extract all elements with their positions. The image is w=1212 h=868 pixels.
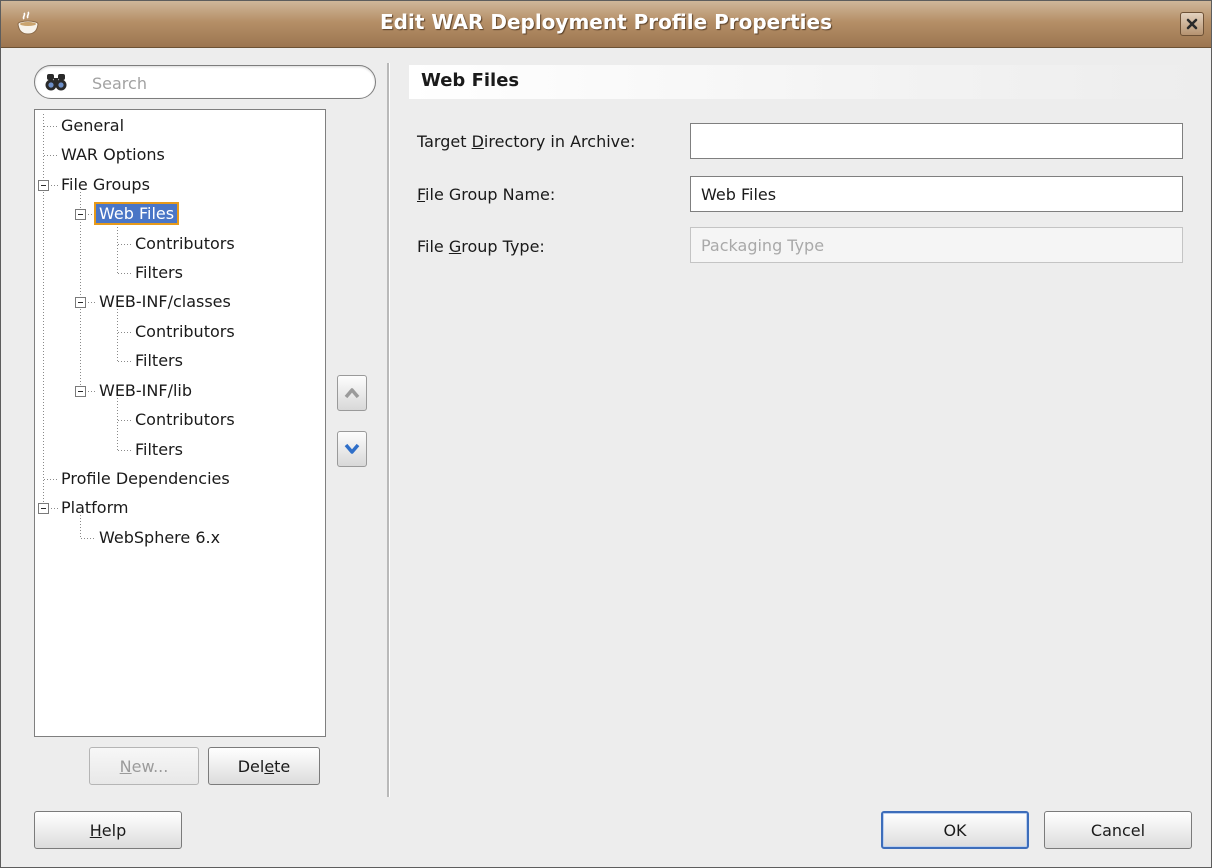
tree-item-lib-filters[interactable]: Filters: [135, 438, 183, 462]
close-icon: [1186, 18, 1198, 30]
cancel-button[interactable]: Cancel: [1044, 811, 1192, 849]
help-button-mnemonic: H: [89, 820, 102, 840]
target-directory-label: Target Directory in Archive:: [417, 132, 636, 151]
tree-item-general[interactable]: General: [61, 114, 124, 138]
tree-item-profile-dependencies[interactable]: Profile Dependencies: [61, 467, 230, 491]
tree-item-platform[interactable]: Platform: [61, 496, 128, 520]
file-group-name-label: File Group Name:: [417, 185, 556, 204]
help-button-label-post: elp: [101, 820, 127, 840]
tree-item-lib-contributors[interactable]: Contributors: [135, 408, 235, 432]
tree-item-web-inf-classes[interactable]: WEB-INF/classes: [99, 290, 231, 314]
tree-item-web-inf-lib[interactable]: WEB-INF/lib: [99, 379, 192, 403]
file-group-name-input[interactable]: [690, 176, 1183, 212]
new-button-mnemonic: N: [119, 756, 132, 776]
chevron-down-icon: [344, 443, 360, 454]
new-button-label-post: ew...: [131, 756, 169, 776]
title-bar[interactable]: Edit WAR Deployment Profile Properties: [1, 1, 1211, 48]
move-up-button[interactable]: [337, 375, 367, 411]
navigation-tree[interactable]: General WAR Options File Groups Web File…: [34, 109, 326, 737]
ok-button[interactable]: OK: [881, 811, 1029, 849]
tree-item-web-files-contributors[interactable]: Contributors: [135, 232, 235, 256]
tree-item-file-groups[interactable]: File Groups: [61, 173, 150, 197]
tree-item-war-options[interactable]: WAR Options: [61, 143, 165, 167]
new-button[interactable]: New...: [89, 747, 199, 785]
binoculars-icon: [45, 74, 67, 91]
tree-item-classes-contributors[interactable]: Contributors: [135, 320, 235, 344]
delete-button-label-post: te: [274, 756, 291, 776]
move-down-button[interactable]: [337, 431, 367, 467]
tree-item-websphere[interactable]: WebSphere 6.x: [99, 526, 220, 550]
dialog-window: Edit WAR Deployment Profile Properties S…: [0, 0, 1212, 868]
tree-item-web-files[interactable]: Web Files: [93, 202, 180, 226]
delete-button-label-pre: Del: [237, 756, 265, 776]
help-button[interactable]: Help: [34, 811, 182, 849]
delete-button-mnemonic: e: [264, 756, 275, 776]
tree-item-web-files-filters[interactable]: Filters: [135, 261, 183, 285]
window-title: Edit WAR Deployment Profile Properties: [379, 10, 832, 34]
search-input[interactable]: [90, 70, 364, 96]
target-directory-input[interactable]: [690, 123, 1183, 159]
panel-title: Web Files: [421, 70, 520, 91]
delete-button[interactable]: Del e te: [208, 747, 320, 785]
panel-header: Web Files: [409, 65, 1199, 99]
chevron-up-icon: [344, 388, 360, 399]
tree-item-classes-filters[interactable]: Filters: [135, 349, 183, 373]
file-group-type-label: File Group Type:: [417, 237, 545, 256]
file-group-type-input: [690, 227, 1183, 263]
search-field[interactable]: [34, 65, 376, 99]
splitter[interactable]: [387, 63, 390, 797]
close-button[interactable]: [1180, 12, 1204, 36]
